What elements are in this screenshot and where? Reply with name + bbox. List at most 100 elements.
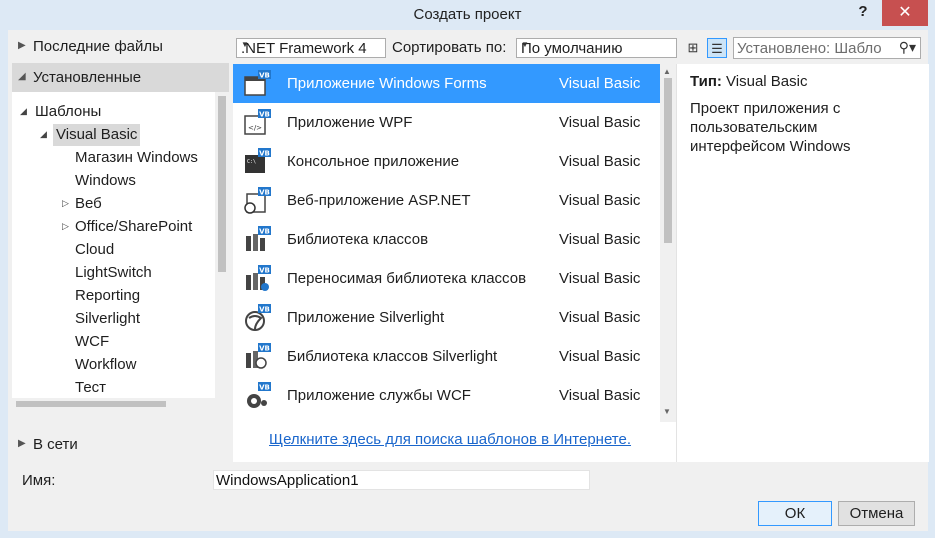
ok-button[interactable]: ОК <box>758 501 832 526</box>
type-value: Visual Basic <box>726 73 808 90</box>
template-name: Приложение службы WCF <box>287 387 471 404</box>
wcf-icon: VB <box>247 382 271 408</box>
collapse-arrow-icon[interactable]: ◢ <box>20 106 27 117</box>
cancel-button[interactable]: Отмена <box>838 501 915 526</box>
tree-node-web[interactable]: Веб <box>75 193 102 215</box>
close-button[interactable]: ✕ <box>882 0 928 26</box>
project-name-input[interactable] <box>213 470 590 490</box>
online-templates-link[interactable]: Щелкните здесь для поиска шаблонов в Инт… <box>269 431 631 448</box>
list-view-icon: ☰ <box>711 41 723 56</box>
tree-node-reporting[interactable]: Reporting <box>75 285 140 307</box>
search-input[interactable] <box>737 40 887 57</box>
collapse-arrow-icon[interactable]: ◢ <box>18 71 26 82</box>
scroll-down-arrow-icon[interactable]: ▼ <box>663 407 671 416</box>
search-box[interactable]: ⚲▾ <box>733 37 921 59</box>
tree-node-cloud[interactable]: Cloud <box>75 239 114 261</box>
sort-select[interactable]: По умолчанию ▼ <box>516 38 677 58</box>
nav-installed[interactable]: ◢ Установленные <box>12 63 229 92</box>
template-language: Visual Basic <box>559 192 641 209</box>
tree-node-workflow[interactable]: Workflow <box>75 354 136 376</box>
nav-online[interactable]: ▶ В сети <box>12 432 229 460</box>
template-row[interactable]: </> VB Приложение WPF Visual Basic <box>233 103 660 142</box>
svg-text:VB: VB <box>259 72 270 80</box>
template-list: VB Приложение Windows Forms Visual Basic… <box>233 64 660 422</box>
nav-recent[interactable]: ▶ Последние файлы <box>12 34 229 60</box>
expand-arrow-icon[interactable]: ▷ <box>62 221 69 232</box>
svg-text:VB: VB <box>259 111 270 119</box>
template-language: Visual Basic <box>559 114 641 131</box>
template-row[interactable]: VB Приложение Windows Forms Visual Basic <box>233 64 660 103</box>
console-icon: C:\ VB <box>245 148 271 173</box>
template-row[interactable]: VB Библиотека классов Silverlight Visual… <box>233 337 660 376</box>
tree-node-lightswitch[interactable]: LightSwitch <box>75 262 152 284</box>
expand-arrow-icon[interactable]: ▶ <box>18 438 26 449</box>
tree-horizontal-scrollbar[interactable] <box>12 398 215 410</box>
template-row[interactable]: VB Приложение службы WCF Visual Basic <box>233 376 660 415</box>
dropdown-arrow-icon: ▼ <box>521 40 529 49</box>
type-label: Тип: <box>690 73 722 90</box>
sort-label: Сортировать по: <box>392 39 507 56</box>
title-bar[interactable]: Создать проект ? ✕ <box>0 0 935 30</box>
expand-arrow-icon[interactable]: ▶ <box>18 40 26 51</box>
nav-recent-label: Последние файлы <box>33 38 163 55</box>
template-language: Visual Basic <box>559 270 641 287</box>
dropdown-arrow-icon: ▼ <box>241 40 249 49</box>
template-language: Visual Basic <box>559 75 641 92</box>
tree-node-silverlight[interactable]: Silverlight <box>75 308 140 330</box>
type-line: Тип: Visual Basic <box>690 73 807 90</box>
template-language: Visual Basic <box>559 231 641 248</box>
template-description: Проект приложения с пользовательским инт… <box>690 100 851 155</box>
template-name: Переносимая библиотека классов <box>287 270 527 287</box>
portable-library-icon: VB <box>246 265 271 291</box>
template-row[interactable]: VB Приложение Silverlight Visual Basic <box>233 298 660 337</box>
template-list-scroll-thumb[interactable] <box>664 78 672 243</box>
template-tree: ◢ Шаблоны ◢ Visual Basic Магазин Windows… <box>12 92 215 408</box>
template-list-scrollbar[interactable]: ▲ ▼ <box>660 64 676 422</box>
scroll-up-arrow-icon[interactable]: ▲ <box>663 67 671 76</box>
template-name: Веб-приложение ASP.NET <box>287 192 471 209</box>
template-name: Приложение Windows Forms <box>287 75 487 92</box>
tree-node-templates[interactable]: Шаблоны <box>35 101 101 123</box>
svg-text:VB: VB <box>259 267 270 275</box>
tree-hscroll-thumb[interactable] <box>16 401 166 407</box>
template-language: Visual Basic <box>559 387 641 404</box>
tree-node-visual-basic[interactable]: Visual Basic <box>53 124 141 146</box>
template-row[interactable]: VB Переносимая библиотека классов Visual… <box>233 259 660 298</box>
online-search-area: Щелкните здесь для поиска шаблонов в Инт… <box>233 422 676 462</box>
window-title: Создать проект <box>413 6 522 23</box>
nav-installed-label: Установленные <box>33 69 142 86</box>
tree-vertical-scrollbar[interactable] <box>215 92 229 410</box>
silverlight-library-icon: VB <box>246 343 271 369</box>
template-language: Visual Basic <box>559 153 641 170</box>
tree-node-store[interactable]: Магазин Windows <box>75 147 198 169</box>
search-icon[interactable]: ⚲▾ <box>899 39 916 56</box>
svg-text:VB: VB <box>259 384 270 392</box>
svg-text:VB: VB <box>259 150 270 158</box>
template-row[interactable]: VB Библиотека классов Visual Basic <box>233 220 660 259</box>
collapse-arrow-icon[interactable]: ◢ <box>40 129 47 140</box>
template-name: Консольное приложение <box>287 153 460 170</box>
tree-node-wcf[interactable]: WCF <box>75 331 109 353</box>
template-name: Приложение Silverlight <box>287 309 445 326</box>
svg-text:C:\: C:\ <box>247 159 256 165</box>
grid-view-icon: ⊞ <box>687 40 699 55</box>
wpf-icon: </> VB <box>244 109 271 135</box>
expand-arrow-icon[interactable]: ▷ <box>62 198 69 209</box>
windows-forms-icon: VB <box>244 70 271 96</box>
framework-select[interactable]: .NET Framework 4 ▼ <box>236 38 386 58</box>
template-language: Visual Basic <box>559 309 641 326</box>
list-view-button[interactable]: ☰ <box>707 38 727 58</box>
template-row[interactable]: VB Веб-приложение ASP.NET Visual Basic <box>233 181 660 220</box>
template-language: Visual Basic <box>559 348 641 365</box>
svg-text:</>: </> <box>248 124 262 132</box>
tree-node-office[interactable]: Office/SharePoint <box>75 216 192 238</box>
svg-text:VB: VB <box>259 306 270 314</box>
tree-node-windows[interactable]: Windows <box>75 170 136 192</box>
name-label: Имя: <box>22 472 56 489</box>
grid-view-button[interactable]: ⊞ <box>683 38 703 58</box>
template-name: Библиотека классов Silverlight <box>287 348 498 365</box>
help-button[interactable]: ? <box>853 3 873 23</box>
template-name: Приложение WPF <box>287 114 413 131</box>
tree-scroll-thumb[interactable] <box>218 96 226 272</box>
template-row[interactable]: C:\ VB Консольное приложение Visual Basi… <box>233 142 660 181</box>
